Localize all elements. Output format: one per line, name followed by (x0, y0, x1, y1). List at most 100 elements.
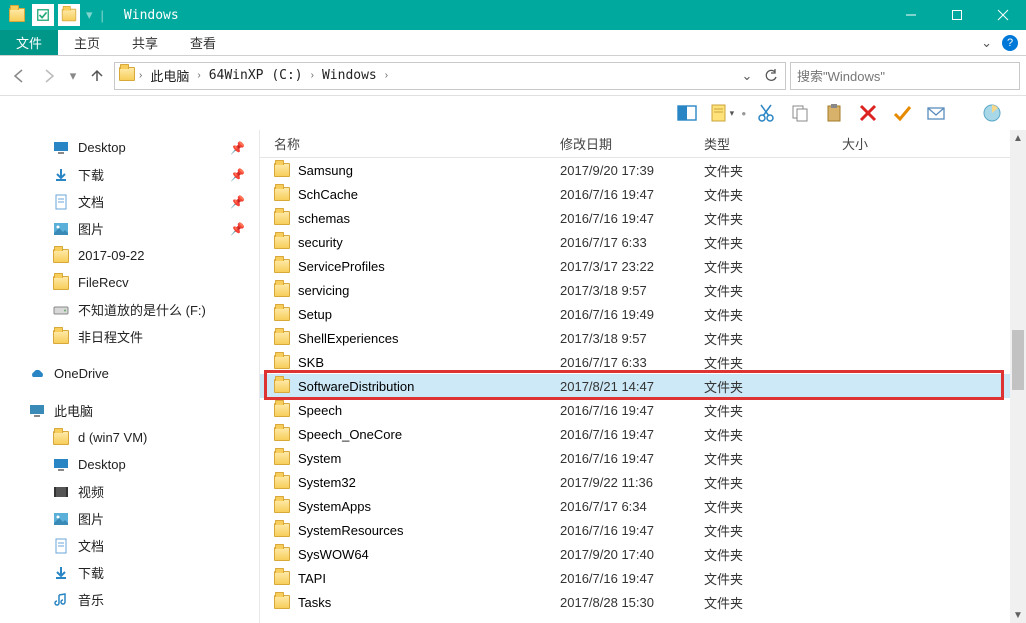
tool-copy[interactable] (786, 100, 814, 126)
tool-cut[interactable] (752, 100, 780, 126)
sidebar-item[interactable]: 下载📌 (4, 161, 255, 188)
file-name: Setup (298, 307, 332, 322)
qat-properties[interactable] (32, 4, 54, 26)
tool-note[interactable]: ▾ (707, 100, 735, 126)
file-date: 2016/7/17 6:33 (560, 235, 704, 250)
table-row[interactable]: security2016/7/17 6:33文件夹 (260, 230, 1026, 254)
table-row[interactable]: schemas2016/7/16 19:47文件夹 (260, 206, 1026, 230)
sidebar-item[interactable]: 不知道放的是什么 (F:) (4, 296, 255, 323)
table-row[interactable]: ShellExperiences2017/3/18 9:57文件夹 (260, 326, 1026, 350)
sidebar-item[interactable]: 图片📌 (4, 215, 255, 242)
navigation-pane: Desktop📌下载📌文档📌图片📌2017-09-22FileRecv不知道放的… (0, 130, 260, 623)
table-row[interactable]: Speech_OneCore2016/7/16 19:47文件夹 (260, 422, 1026, 446)
table-row[interactable]: SystemApps2016/7/17 6:34文件夹 (260, 494, 1026, 518)
refresh-icon[interactable] (759, 64, 783, 88)
table-row[interactable]: SysWOW642017/9/20 17:40文件夹 (260, 542, 1026, 566)
sidebar-item[interactable]: FileRecv (4, 269, 255, 296)
tab-view[interactable]: 查看 (174, 30, 232, 55)
tool-paste[interactable] (820, 100, 848, 126)
ribbon-expand-icon[interactable]: ⌄ (981, 35, 992, 51)
column-name[interactable]: 名称 (274, 134, 560, 153)
sidebar-item-label: 不知道放的是什么 (F:) (78, 300, 206, 319)
vertical-scrollbar[interactable]: ▲ ▼ (1010, 130, 1026, 623)
sidebar-item-label: 文档 (78, 192, 104, 211)
tab-file[interactable]: 文件 (0, 30, 58, 55)
tool-shell[interactable] (978, 100, 1006, 126)
tool-check[interactable] (888, 100, 916, 126)
chevron-right-icon[interactable]: › (137, 70, 144, 81)
tool-delete[interactable] (854, 100, 882, 126)
sidebar-item[interactable]: 文档 (4, 532, 255, 559)
qat-new-folder[interactable] (58, 4, 80, 26)
table-row[interactable]: ServiceProfiles2017/3/17 23:22文件夹 (260, 254, 1026, 278)
table-row[interactable]: SystemResources2016/7/16 19:47文件夹 (260, 518, 1026, 542)
scroll-thumb[interactable] (1012, 330, 1024, 390)
crumb-this-pc[interactable]: 此电脑 (144, 63, 195, 89)
tab-share[interactable]: 共享 (116, 30, 174, 55)
table-row[interactable]: servicing2017/3/18 9:57文件夹 (260, 278, 1026, 302)
table-row[interactable]: System322017/9/22 11:36文件夹 (260, 470, 1026, 494)
table-row[interactable]: SoftwareDistribution2017/8/21 14:47文件夹 (260, 374, 1026, 398)
scroll-up-icon[interactable]: ▲ (1010, 130, 1026, 146)
table-row[interactable]: TAPI2016/7/16 19:47文件夹 (260, 566, 1026, 590)
close-button[interactable] (980, 0, 1026, 30)
address-bar[interactable]: › 此电脑 › 64WinXP (C:) › Windows › ⌄ (114, 62, 786, 90)
table-row[interactable]: Samsung2017/9/20 17:39文件夹 (260, 158, 1026, 182)
table-row[interactable]: SKB2016/7/17 6:33文件夹 (260, 350, 1026, 374)
sidebar-item[interactable]: 文档📌 (4, 188, 255, 215)
desktop-icon (52, 139, 70, 157)
chevron-right-icon[interactable]: › (309, 70, 316, 81)
folder-icon (274, 187, 290, 201)
help-icon[interactable]: ? (1002, 35, 1018, 51)
sidebar-item[interactable]: d (win7 VM) (4, 424, 255, 451)
file-list[interactable]: Samsung2017/9/20 17:39文件夹SchCache2016/7/… (260, 158, 1026, 623)
tool-mail[interactable] (922, 100, 950, 126)
column-type[interactable]: 类型 (704, 134, 842, 153)
sidebar-item[interactable]: 音乐 (4, 586, 255, 613)
folder-icon (274, 307, 290, 321)
chevron-right-icon[interactable]: › (195, 70, 202, 81)
sidebar-item[interactable]: 非日程文件 (4, 323, 255, 350)
file-date: 2017/3/17 23:22 (560, 259, 704, 274)
nav-forward-button[interactable] (36, 63, 62, 89)
scroll-down-icon[interactable]: ▼ (1010, 607, 1026, 623)
column-modified[interactable]: 修改日期 (560, 134, 704, 153)
minimize-button[interactable] (888, 0, 934, 30)
music-icon (52, 591, 70, 609)
tool-preview-pane[interactable] (673, 100, 701, 126)
file-date: 2016/7/16 19:47 (560, 451, 704, 466)
pin-icon: 📌 (230, 222, 245, 236)
table-row[interactable]: SchCache2016/7/16 19:47文件夹 (260, 182, 1026, 206)
sidebar-item[interactable]: Desktop (4, 451, 255, 478)
nav-up-button[interactable] (84, 63, 110, 89)
table-row[interactable]: System2016/7/16 19:47文件夹 (260, 446, 1026, 470)
app-icon[interactable] (6, 4, 28, 26)
tab-home[interactable]: 主页 (58, 30, 116, 55)
sidebar-item[interactable]: 此电脑 (4, 397, 255, 424)
nav-recent-dropdown[interactable]: ▾ (66, 63, 80, 89)
table-row[interactable]: Tasks2017/8/28 15:30文件夹 (260, 590, 1026, 614)
table-row[interactable]: Setup2016/7/16 19:49文件夹 (260, 302, 1026, 326)
search-input[interactable]: 搜索"Windows" (790, 62, 1020, 90)
column-size[interactable]: 大小 (842, 134, 1026, 153)
sidebar-item-label: Desktop (78, 140, 126, 155)
sidebar-item[interactable]: 图片 (4, 505, 255, 532)
sidebar-item[interactable]: Desktop📌 (4, 134, 255, 161)
sidebar-item[interactable]: 下载 (4, 559, 255, 586)
table-row[interactable]: Speech2016/7/16 19:47文件夹 (260, 398, 1026, 422)
title-bar: ▾ | Windows (0, 0, 1026, 30)
maximize-button[interactable] (934, 0, 980, 30)
qat-dropdown-icon[interactable]: ▾ (86, 7, 93, 23)
sidebar-item[interactable]: OneDrive (4, 360, 255, 387)
sidebar-item[interactable]: 2017-09-22 (4, 242, 255, 269)
quick-access-toolbar: ▾ | (6, 4, 106, 26)
sidebar-item[interactable]: 视频 (4, 478, 255, 505)
nav-back-button[interactable] (6, 63, 32, 89)
address-dropdown-icon[interactable]: ⌄ (735, 64, 759, 88)
crumb-drive[interactable]: 64WinXP (C:) (203, 63, 309, 89)
chevron-right-icon[interactable]: › (383, 70, 390, 81)
file-type: 文件夹 (704, 161, 842, 180)
crumb-folder[interactable]: Windows (316, 63, 383, 89)
pin-icon: 📌 (230, 168, 245, 182)
document-icon (52, 193, 70, 211)
